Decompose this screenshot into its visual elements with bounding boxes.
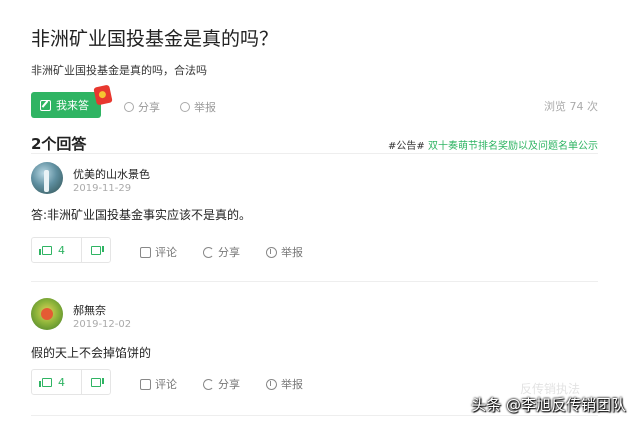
thumbs-up-icon bbox=[39, 245, 52, 255]
comment-label: 评论 bbox=[155, 246, 177, 259]
answer-button-label: 我来答 bbox=[56, 99, 89, 112]
like-count: 4 bbox=[58, 243, 65, 257]
comment-button[interactable]: 评论 bbox=[140, 376, 177, 392]
answer-user-name[interactable]: 优美的山水景色 bbox=[73, 166, 150, 182]
thumbs-up-icon bbox=[39, 377, 52, 387]
dislike-button[interactable] bbox=[82, 370, 110, 394]
dislike-button[interactable] bbox=[82, 238, 110, 262]
report-button[interactable]: 举报 bbox=[266, 376, 303, 392]
share-icon bbox=[203, 246, 214, 258]
question-report-label: 举报 bbox=[194, 101, 216, 114]
answers-count: 2个回答 bbox=[31, 135, 87, 153]
answer-button[interactable]: 我来答 bbox=[31, 92, 101, 118]
view-count: 浏览 74 次 bbox=[544, 100, 598, 113]
like-button[interactable]: 4 bbox=[32, 238, 82, 262]
comment-label: 评论 bbox=[155, 378, 177, 391]
vote-box: 4 bbox=[31, 237, 111, 263]
edit-icon bbox=[40, 99, 51, 111]
question-description: 非洲矿业国投基金是真的吗，合法吗 bbox=[31, 64, 207, 77]
answer-date: 2019-11-29 bbox=[73, 183, 132, 194]
question-share-button[interactable]: 分享 bbox=[124, 99, 160, 115]
report-button[interactable]: 举报 bbox=[266, 244, 303, 260]
report-icon bbox=[266, 378, 277, 390]
report-label: 举报 bbox=[281, 246, 303, 259]
divider bbox=[31, 281, 598, 282]
thumbs-down-icon bbox=[91, 377, 101, 387]
answer-user-name[interactable]: 郝無奈 bbox=[73, 302, 106, 318]
comment-button[interactable]: 评论 bbox=[140, 244, 177, 260]
share-label: 分享 bbox=[218, 246, 240, 259]
answer-date: 2019-12-02 bbox=[73, 319, 132, 330]
red-packet-icon[interactable] bbox=[93, 84, 113, 106]
comment-icon bbox=[140, 378, 151, 390]
vote-box: 4 bbox=[31, 369, 111, 395]
share-icon bbox=[203, 378, 214, 390]
question-share-label: 分享 bbox=[138, 101, 160, 114]
like-count: 4 bbox=[58, 375, 65, 389]
share-button[interactable]: 分享 bbox=[203, 244, 240, 260]
share-icon bbox=[124, 102, 134, 112]
watermark: 头条 @李旭反传销团队 bbox=[471, 396, 626, 414]
answer-text: 假的天上不会掉馅饼的 bbox=[31, 346, 152, 360]
answer-text: 答:非洲矿业国投基金事实应该不是真的。 bbox=[31, 208, 252, 222]
comment-icon bbox=[140, 246, 151, 258]
notice-tag: #公告# bbox=[388, 141, 425, 152]
avatar[interactable] bbox=[31, 298, 63, 330]
notice-text: 双十奏萌节排名奖励以及问题名单公示 bbox=[428, 141, 598, 152]
report-icon bbox=[266, 246, 277, 258]
divider bbox=[31, 415, 598, 416]
question-title: 非洲矿业国投基金是真的吗？ bbox=[31, 28, 279, 50]
like-button[interactable]: 4 bbox=[32, 370, 82, 394]
report-label: 举报 bbox=[281, 378, 303, 391]
report-icon bbox=[180, 102, 190, 112]
avatar[interactable] bbox=[31, 162, 63, 194]
thumbs-down-icon bbox=[91, 245, 101, 255]
notice-link[interactable]: #公告# 双十奏萌节排名奖励以及问题名单公示 bbox=[388, 137, 598, 152]
question-report-button[interactable]: 举报 bbox=[180, 99, 216, 115]
share-label: 分享 bbox=[218, 378, 240, 391]
share-button[interactable]: 分享 bbox=[203, 376, 240, 392]
divider bbox=[31, 153, 598, 154]
